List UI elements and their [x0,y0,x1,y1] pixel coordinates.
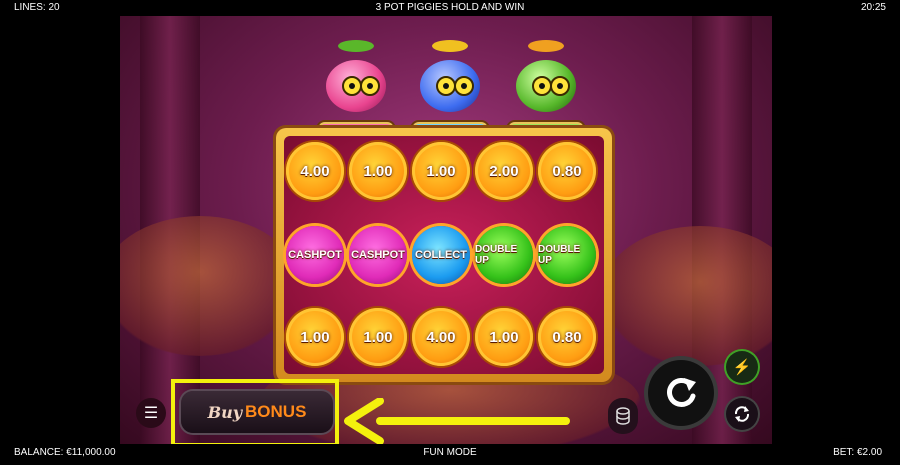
collect-pig [410,36,490,118]
cashpot-symbol: CASHPOT [286,226,344,284]
mode-label: FUN MODE [423,447,477,458]
propeller-icon [432,40,468,52]
coin-symbol: 1.00 [349,308,407,366]
bet-label: BET: €2.00 [833,447,882,458]
propeller-icon [528,40,564,52]
coin-symbol: 4.00 [286,142,344,200]
collect-symbol: COLLECT [412,226,470,284]
menu-icon: ☰ [143,405,159,422]
pig-eye [532,76,552,96]
coin-symbol: 0.80 [538,308,596,366]
cashpot-pig [316,36,396,118]
game-title: 3 POT PIGGIES HOLD AND WIN [375,2,525,13]
pig-eye [342,76,362,96]
top-status-bar: LINES: 20 3 POT PIGGIES HOLD AND WIN 20:… [0,0,900,16]
cashpot-symbol: CASHPOT [349,226,407,284]
pig-eye [360,76,380,96]
turbo-button[interactable]: ⚡ [726,351,758,383]
pig-eye [454,76,474,96]
double-up-pig [506,36,586,118]
reel-grid: 4.00 1.00 1.00 2.00 0.80 CASHPOT CASHPOT… [284,136,604,374]
coin-stack-button[interactable] [608,398,638,434]
coin-stack-icon [616,407,630,425]
coin-symbol: 4.00 [412,308,470,366]
coin-symbol: 0.80 [538,142,596,200]
game-scene: CASHPOT COLLECT DOUBLE UP 4.00 1.00 1.00… [120,16,772,444]
buy-word: Buy [207,402,243,422]
pig-eye [550,76,570,96]
treasure-pile [120,216,300,356]
double-up-symbol: DOUBLE UP [475,226,533,284]
coin-symbol: 1.00 [349,142,407,200]
spin-icon [667,378,696,407]
bottom-status-bar: BALANCE: €11,000.00 FUN MODE BET: €2.00 [0,444,900,465]
clock: 20:25 [860,2,886,13]
pig-eye [436,76,456,96]
autoplay-icon [734,406,750,422]
coin-symbol: 1.00 [412,142,470,200]
bonus-word: BONUS [245,402,307,421]
autoplay-button[interactable] [726,398,758,430]
double-up-symbol: DOUBLE UP [538,226,596,284]
coin-symbol: 1.00 [475,308,533,366]
treasure-pile [600,226,772,366]
propeller-icon [338,40,374,52]
buy-bonus-button[interactable]: Buy BONUS [181,391,333,433]
spin-button[interactable] [648,360,714,426]
coin-symbol: 2.00 [475,142,533,200]
coin-symbol: 1.00 [286,308,344,366]
reel-board: 4.00 1.00 1.00 2.00 0.80 CASHPOT CASHPOT… [276,128,612,382]
menu-button[interactable]: ☰ [136,398,166,428]
lightning-icon: ⚡ [732,359,752,376]
pointer-arrow-icon [344,398,570,444]
